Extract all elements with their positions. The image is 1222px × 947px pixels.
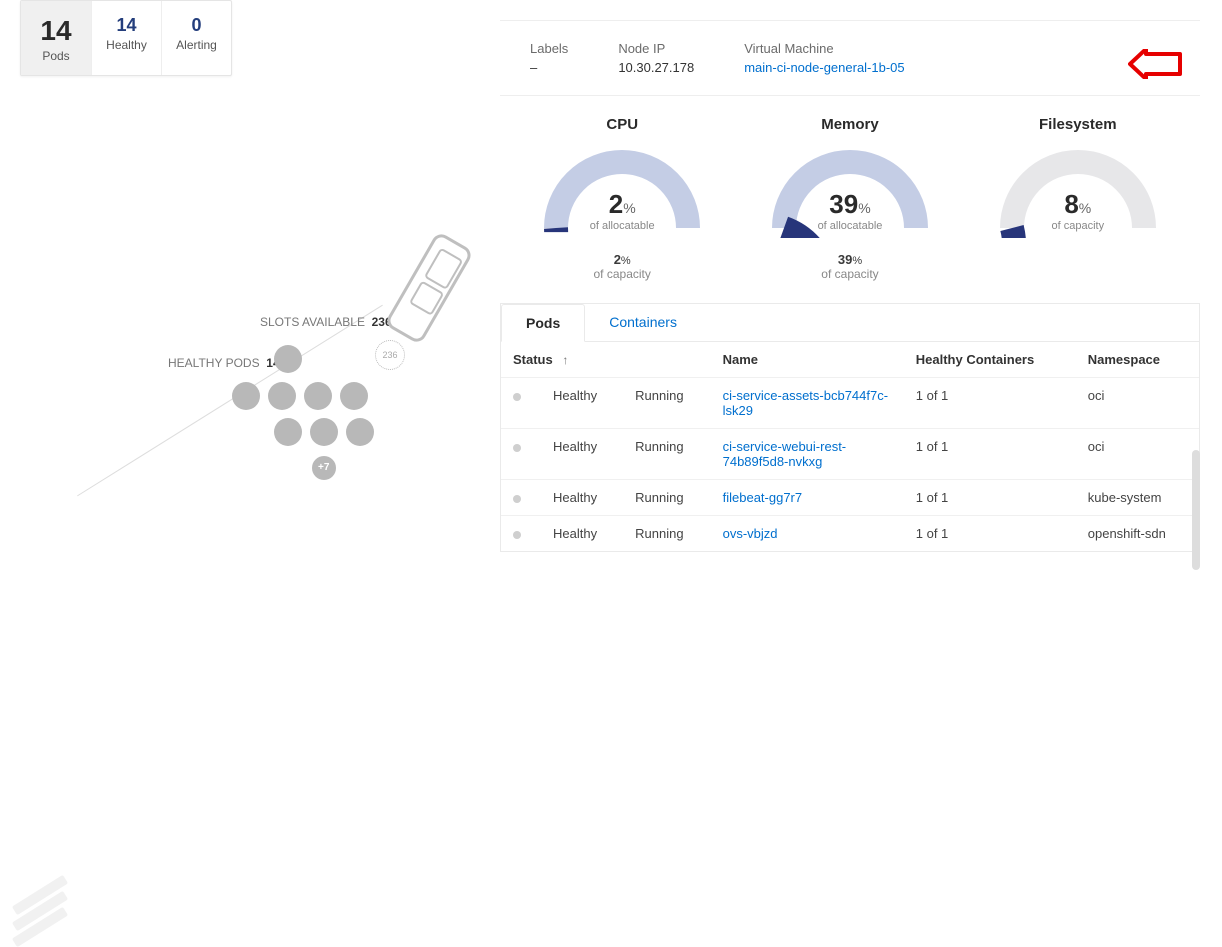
cell-name-link[interactable]: ci-service-assets-bcb744f7c-lsk29 <box>711 378 904 429</box>
sort-ascending-icon: ↑ <box>562 353 568 367</box>
pods-label: Pods <box>25 49 87 63</box>
gauge-cpu: CPU 2% of allocatable 2% of capacity <box>510 116 734 281</box>
col-state[interactable] <box>623 342 710 378</box>
cell-state: Running <box>623 516 710 552</box>
cell-namespace: oci <box>1076 378 1199 429</box>
gauge-chart: 8% of capacity <box>993 143 1163 238</box>
cluster-topology-diagram: SLOTS AVAILABLE 236 HEALTHY PODS 14 236 … <box>20 240 470 580</box>
gauge-capacity-sub: of capacity <box>738 267 962 281</box>
healthy-label: Healthy <box>96 38 157 52</box>
cell-name-link[interactable]: ovs-vbjzd <box>711 516 904 552</box>
cell-healthy-containers: 1 of 1 <box>904 378 1076 429</box>
resource-gauges: CPU 2% of allocatable 2% of capacity Mem… <box>500 96 1200 291</box>
gauge-capacity-line: 39% <box>738 252 962 267</box>
info-vm-link[interactable]: main-ci-node-general-1b-05 <box>744 60 904 75</box>
cell-status: Healthy <box>541 516 623 552</box>
tab-pods[interactable]: Pods <box>501 304 585 342</box>
healthy-count: 14 <box>96 15 157 36</box>
annotation-arrow-icon <box>1128 49 1182 79</box>
status-dot-icon <box>513 495 521 503</box>
pod-dot-overflow[interactable]: +7 <box>310 454 338 482</box>
col-name[interactable]: Name <box>711 342 904 378</box>
slots-badge: 236 <box>375 340 405 370</box>
status-dot-icon <box>513 531 521 539</box>
node-device-icon[interactable] <box>384 231 474 346</box>
tile-alerting[interactable]: 0 Alerting <box>161 1 231 75</box>
cell-healthy-containers: 1 of 1 <box>904 429 1076 480</box>
gauge-capacity-sub: of capacity <box>510 267 734 281</box>
cell-name-link[interactable]: ci-service-webui-rest-74b89f5d8-nvkxg <box>711 429 904 480</box>
tile-pods[interactable]: 14 Pods <box>21 1 91 75</box>
col-status[interactable]: Status ↑ <box>501 342 623 378</box>
slots-available-label: SLOTS AVAILABLE 236 <box>260 315 392 329</box>
alerting-count: 0 <box>166 15 227 36</box>
col-ns[interactable]: Namespace <box>1076 342 1199 378</box>
status-dot-icon <box>513 444 521 452</box>
pod-overflow-badge: +7 <box>318 462 329 473</box>
table-scrollbar[interactable] <box>1192 450 1200 570</box>
alerting-label: Alerting <box>166 38 227 52</box>
healthy-pods-text: HEALTHY PODS <box>168 356 260 370</box>
info-nodeip-value: 10.30.27.178 <box>618 60 694 75</box>
tile-healthy[interactable]: 14 Healthy <box>91 1 161 75</box>
pods-count: 14 <box>25 15 87 47</box>
slots-available-text: SLOTS AVAILABLE <box>260 315 365 329</box>
cell-status: Healthy <box>541 480 623 516</box>
cell-status: Healthy <box>541 429 623 480</box>
cell-namespace: kube-system <box>1076 480 1199 516</box>
table-row[interactable]: Healthy Running ci-service-webui-rest-74… <box>501 429 1199 480</box>
tab-containers[interactable]: Containers <box>585 304 701 341</box>
pod-dot[interactable] <box>304 382 332 410</box>
gauge-title: CPU <box>510 116 734 133</box>
cell-healthy-containers: 1 of 1 <box>904 516 1076 552</box>
gauge-chart: 39% of allocatable <box>765 143 935 238</box>
gauge-title: Memory <box>738 116 962 133</box>
info-labels-value: – <box>530 60 568 75</box>
healthy-pods-label: HEALTHY PODS 14 <box>168 356 280 370</box>
tabs-bar: Pods Containers <box>501 304 1199 342</box>
pod-summary: 14 Pods 14 Healthy 0 Alerting <box>20 0 232 76</box>
pod-dot[interactable] <box>268 382 296 410</box>
cell-status: Healthy <box>541 378 623 429</box>
cell-state: Running <box>623 480 710 516</box>
col-status-label: Status <box>513 352 553 367</box>
pods-section: Pods Containers Status ↑ Name Healthy Co… <box>500 303 1200 552</box>
status-dot-icon <box>513 393 521 401</box>
info-vm: Virtual Machine main-ci-node-general-1b-… <box>744 41 904 75</box>
cell-state: Running <box>623 429 710 480</box>
table-header-row: Status ↑ Name Healthy Containers Namespa… <box>501 342 1199 378</box>
pod-dot[interactable] <box>274 345 302 373</box>
info-vm-label: Virtual Machine <box>744 41 904 56</box>
node-info-row: Labels – Node IP 10.30.27.178 Virtual Ma… <box>500 20 1200 96</box>
info-labels: Labels – <box>530 41 568 75</box>
gauge-memory: Memory 39% of allocatable 39% of capacit… <box>738 116 962 281</box>
info-labels-label: Labels <box>530 41 568 56</box>
info-nodeip-label: Node IP <box>618 41 694 56</box>
cell-name-link[interactable]: filebeat-gg7r7 <box>711 480 904 516</box>
table-row[interactable]: Healthy Running ovs-vbjzd 1 of 1 openshi… <box>501 516 1199 552</box>
node-detail-panel: Labels – Node IP 10.30.27.178 Virtual Ma… <box>500 20 1200 552</box>
table-row[interactable]: Healthy Running filebeat-gg7r7 1 of 1 ku… <box>501 480 1199 516</box>
cell-namespace: oci <box>1076 429 1199 480</box>
cell-healthy-containers: 1 of 1 <box>904 480 1076 516</box>
cell-namespace: openshift-sdn <box>1076 516 1199 552</box>
slots-badge-value: 236 <box>382 350 397 360</box>
pods-table: Status ↑ Name Healthy Containers Namespa… <box>501 342 1199 551</box>
col-hc[interactable]: Healthy Containers <box>904 342 1076 378</box>
gauge-filesystem: Filesystem 8% of capacity <box>966 116 1190 281</box>
gauge-title: Filesystem <box>966 116 1190 133</box>
gauge-capacity-line: 2% <box>510 252 734 267</box>
pod-dot[interactable] <box>340 382 368 410</box>
pod-dot[interactable] <box>274 418 302 446</box>
cell-state: Running <box>623 378 710 429</box>
pod-dot[interactable] <box>232 382 260 410</box>
gauge-chart: 2% of allocatable <box>537 143 707 238</box>
info-nodeip: Node IP 10.30.27.178 <box>618 41 694 75</box>
pod-dot[interactable] <box>346 418 374 446</box>
table-row[interactable]: Healthy Running ci-service-assets-bcb744… <box>501 378 1199 429</box>
pod-dot[interactable] <box>310 418 338 446</box>
